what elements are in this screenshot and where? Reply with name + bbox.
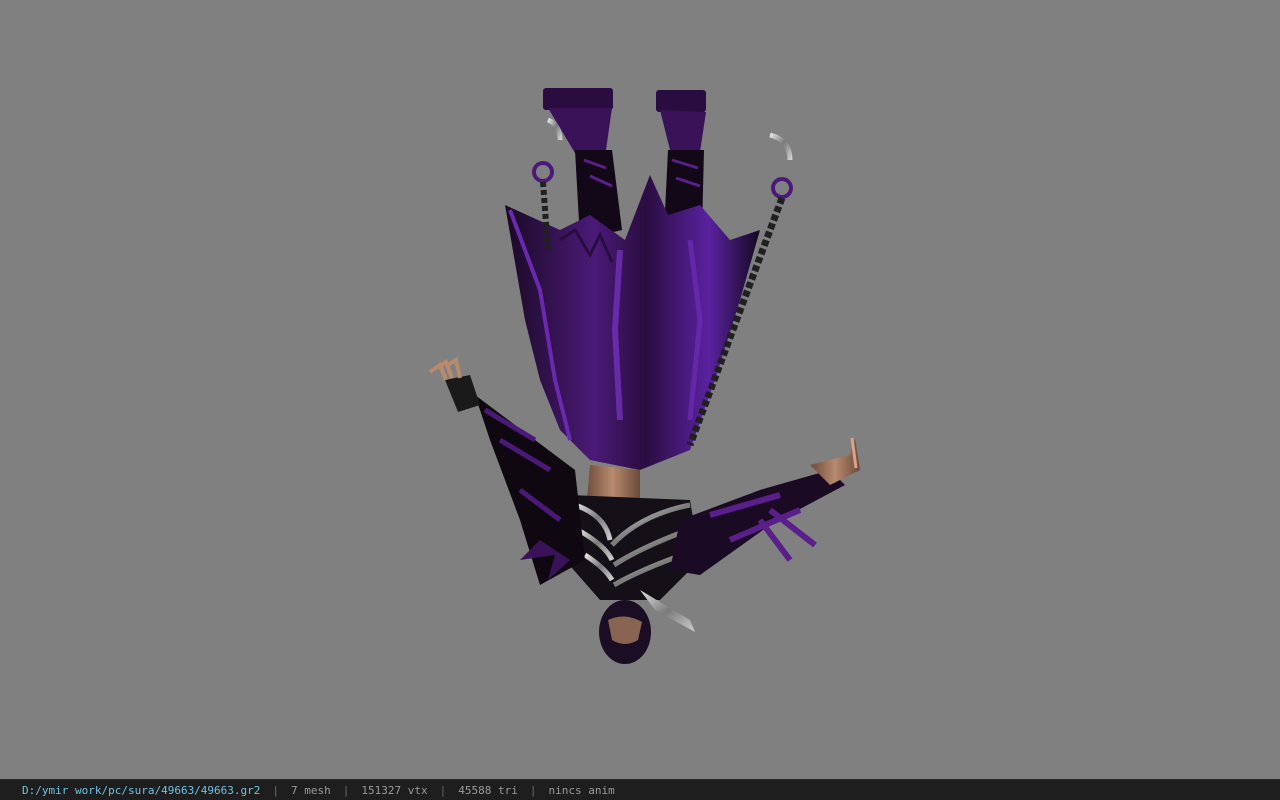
right-arm: [670, 437, 860, 575]
triangle-count: 45588 tri: [458, 783, 518, 797]
boots: [543, 88, 706, 158]
head: [599, 600, 651, 664]
animation-status: nincs anim: [548, 783, 615, 797]
status-separator: |: [439, 783, 447, 797]
status-separator: |: [342, 783, 350, 797]
vertex-count: 151327 vtx: [361, 783, 428, 797]
mesh-count: 7 mesh: [291, 783, 331, 797]
character-model[interactable]: [0, 0, 1280, 779]
coat: [505, 175, 760, 470]
3d-viewport[interactable]: [0, 0, 1280, 779]
status-separator: |: [529, 783, 537, 797]
file-path: D:/ymir work/pc/sura/49663/49663.gr2: [22, 783, 261, 797]
status-bar: D:/ymir work/pc/sura/49663/49663.gr2 | 7…: [0, 779, 1280, 800]
status-separator: |: [272, 783, 280, 797]
